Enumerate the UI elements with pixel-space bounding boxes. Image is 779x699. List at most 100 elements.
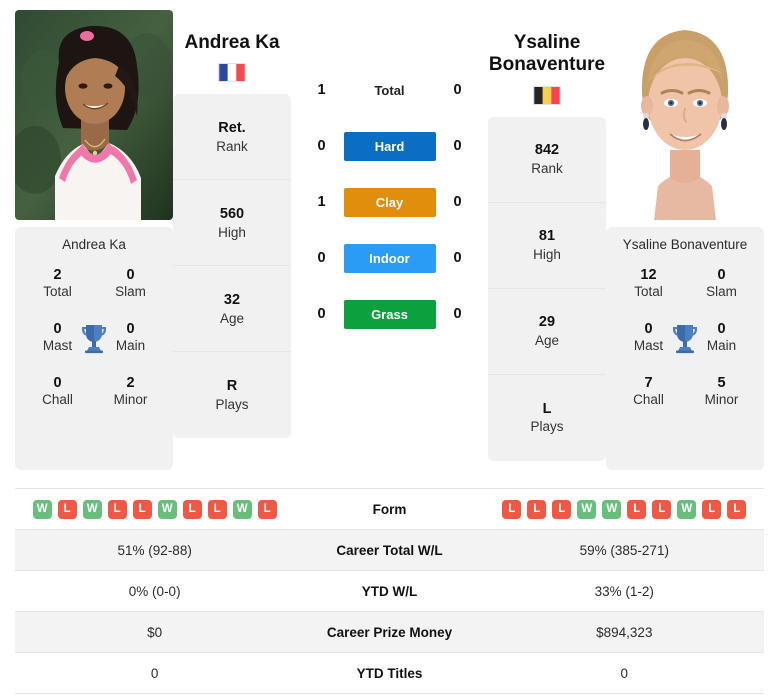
left-form-strip: WLWLLWLLWL	[16, 499, 293, 519]
right-plays-label: Plays	[530, 419, 564, 435]
surface-badge-hard[interactable]: Hard	[343, 131, 436, 161]
left-titles-total: 2 Total	[21, 266, 94, 301]
left-player-name[interactable]: Andrea Ka	[173, 32, 291, 54]
form-badge-win[interactable]: W	[602, 499, 622, 519]
form-badge-loss[interactable]: L	[552, 499, 572, 519]
right-titles-slam: 0 Slam	[685, 266, 758, 301]
right-rank-cell: 842 Rank	[488, 117, 606, 203]
right-age-cell: 29 Age	[488, 289, 606, 375]
right-flag-wrapper	[488, 85, 606, 105]
right-form-value: LLLWWLLWLL	[484, 488, 764, 530]
right-career-total-w-l-value: 59% (385-271)	[484, 529, 764, 571]
right-titles-chall: 7 Chall	[612, 374, 685, 409]
right-titles-minor-label: Minor	[704, 392, 739, 408]
right-high-cell: 81 High	[488, 203, 606, 289]
left-player-column: Andrea Ka 2 Total 0 Slam 0 Mast 0 Main 0…	[15, 10, 173, 470]
left-ytd-w-l-value: 0% (0-0)	[15, 570, 295, 612]
form-badge-win[interactable]: W	[157, 499, 177, 519]
left-titles-minor: 2 Minor	[94, 374, 167, 409]
form-badge-loss[interactable]: L	[627, 499, 647, 519]
surface-badge-indoor[interactable]: Indoor	[343, 243, 436, 273]
left-age-value: 32	[223, 291, 241, 308]
left-card-player-name: Andrea Ka	[62, 237, 126, 252]
right-rank-card: 842 Rank 81 High 29 Age L Plays	[488, 116, 606, 461]
left-flag-wrapper	[173, 63, 291, 83]
right-plays-cell: L Plays	[488, 375, 606, 461]
left-titles-slam-value: 0	[126, 267, 135, 283]
form-badge-loss[interactable]: L	[727, 499, 747, 519]
right-ytd-w-l-value: 33% (1-2)	[484, 570, 764, 612]
right-player-column: Ysaline Bonaventure 12 Total 0 Slam 0 Ma…	[606, 10, 764, 470]
right-high-value: 81	[538, 228, 556, 245]
table-row: W L W L L W L L W L Form L L L W W L L W L L	[15, 488, 764, 530]
right-age-label: Age	[534, 332, 560, 348]
right-titles-card: Ysaline Bonaventure 12 Total 0 Slam 0 Ma…	[606, 227, 764, 470]
right-titles-chall-label: Chall	[633, 392, 664, 408]
player-comparison-page: Andrea Ka 2 Total 0 Slam 0 Mast 0 Main 0…	[0, 0, 779, 699]
left-titles-total-label: Total	[43, 284, 72, 300]
surface-badge-grass[interactable]: Grass	[343, 299, 436, 329]
right-titles-total-label: Total	[634, 284, 663, 300]
surface-badge-clay[interactable]: Clay	[343, 187, 436, 217]
left-career-prize-money-value: $0	[15, 611, 295, 653]
head-to-head-column: 1 Total 0 0 Hard 0 1 Clay 0 0 Indoor 0 0 Grass 0	[291, 10, 488, 342]
left-age-cell: 32 Age	[173, 266, 291, 353]
left-age-label: Age	[219, 310, 245, 326]
left-plays-value: R	[226, 378, 238, 395]
left-titles-slam: 0 Slam	[94, 266, 167, 301]
row-label-career-prize-money: Career Prize Money	[294, 611, 485, 653]
left-titles-card: Andrea Ka 2 Total 0 Slam 0 Mast 0 Main 0…	[15, 227, 173, 470]
form-badge-win[interactable]: W	[32, 499, 52, 519]
table-row: 0 YTD Titles 0	[15, 652, 764, 694]
right-ytd-titles-value: 0	[484, 652, 764, 694]
h2h-left-count-grass: 0	[317, 306, 326, 322]
left-high-label: High	[218, 224, 246, 240]
h2h-left-count-total: 1	[317, 82, 326, 98]
form-badge-loss[interactable]: L	[107, 499, 127, 519]
left-rank-label: Rank	[216, 138, 248, 154]
form-badge-win[interactable]: W	[577, 499, 597, 519]
right-age-value: 29	[538, 314, 556, 331]
form-badge-loss[interactable]: L	[502, 499, 522, 519]
row-label-ytd-titles: YTD Titles	[294, 652, 485, 694]
right-titles-total: 12 Total	[612, 266, 685, 301]
left-rank-card: Ret. Rank 560 High 32 Age R Plays	[173, 94, 291, 439]
right-name-column: Ysaline Bonaventure 842 Rank 81 High 29 …	[488, 10, 606, 461]
left-titles-slam-label: Slam	[115, 284, 146, 300]
form-badge-loss[interactable]: L	[132, 499, 152, 519]
h2h-right-count-hard: 0	[453, 138, 462, 154]
h2h-row-indoor: 0 Indoor 0	[291, 230, 488, 286]
form-badge-win[interactable]: W	[677, 499, 697, 519]
form-badge-loss[interactable]: L	[702, 499, 722, 519]
right-rank-value: 842	[534, 142, 560, 159]
form-badge-win[interactable]: W	[232, 499, 252, 519]
right-titles-slam-value: 0	[717, 267, 726, 283]
left-titles-chall-label: Chall	[42, 392, 73, 408]
right-player-photo[interactable]	[606, 10, 764, 220]
comparison-table: W L W L L W L L W L Form L L L W W L L W L L 51% (92-88) Caree…	[15, 488, 764, 694]
form-badge-loss[interactable]: L	[257, 499, 277, 519]
table-row: 0% (0-0) YTD W/L 33% (1-2)	[15, 570, 764, 612]
left-name-column: Andrea Ka Ret. Rank 560 High 32 Age R Pl…	[173, 10, 291, 439]
form-badge-loss[interactable]: L	[652, 499, 672, 519]
form-badge-loss[interactable]: L	[57, 499, 77, 519]
h2h-left-count-hard: 0	[317, 138, 326, 154]
right-player-name[interactable]: Ysaline Bonaventure	[488, 32, 606, 77]
right-titles-grid: 12 Total 0 Slam 0 Mast 0 Main 7 Chall 5 …	[612, 266, 758, 409]
form-badge-win[interactable]: W	[82, 499, 102, 519]
left-form-value: WLWLLWLLWL	[15, 488, 295, 530]
row-label-form: Form	[294, 488, 485, 530]
form-badge-loss[interactable]: L	[207, 499, 227, 519]
h2h-right-count-total: 0	[453, 82, 462, 98]
form-badge-loss[interactable]: L	[527, 499, 547, 519]
h2h-total-label: Total	[374, 82, 405, 98]
fr-flag-icon	[218, 63, 246, 83]
right-titles-minor-value: 5	[717, 375, 726, 391]
left-player-photo[interactable]	[15, 10, 173, 220]
form-badge-loss[interactable]: L	[182, 499, 202, 519]
table-row: $0 Career Prize Money $894,323	[15, 611, 764, 653]
h2h-row-total: 1 Total 0	[291, 62, 488, 118]
comparison-header: Andrea Ka 2 Total 0 Slam 0 Mast 0 Main 0…	[0, 0, 779, 480]
right-titles-minor: 5 Minor	[685, 374, 758, 409]
left-titles-minor-label: Minor	[113, 392, 148, 408]
